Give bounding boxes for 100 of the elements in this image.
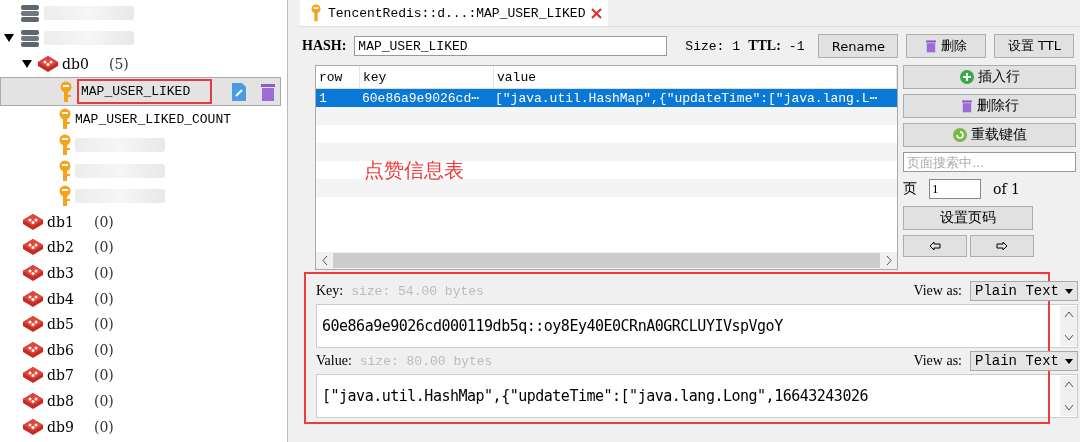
left-arrow-icon <box>929 241 941 251</box>
tab-title: TencentRedis::d...:MAP_USER_LIKED <box>328 5 586 21</box>
trash-icon <box>925 39 938 53</box>
add-icon <box>959 70 974 84</box>
tree-item[interactable]: db9 (0) <box>0 413 288 440</box>
page-search-field[interactable]: 页面搜索中... <box>903 152 1076 172</box>
key-icon <box>310 4 322 22</box>
close-icon[interactable] <box>591 7 603 19</box>
server-icon <box>19 28 41 49</box>
scroll-right-icon[interactable] <box>885 255 892 265</box>
header-button[interactable]: Rename <box>818 34 899 58</box>
delete-button[interactable]: 删除 <box>906 34 987 58</box>
table-cell-text: 60e86a9e9026cd⋯ <box>361 90 481 106</box>
page-total: of 1 <box>993 181 1020 197</box>
key-icon <box>58 108 72 131</box>
tree-label: MAP_USER_LIKED_COUNT <box>75 111 232 127</box>
view-as-label: View as: <box>913 353 962 369</box>
editor-tab[interactable]: TencentRedis::d...:MAP_USER_LIKED <box>300 0 609 26</box>
tree-label: db7 <box>47 367 75 384</box>
tree-label: db6 <box>47 341 75 358</box>
server-icon <box>19 2 41 23</box>
database-icon <box>22 365 44 386</box>
view-as-label: View as: <box>913 283 962 299</box>
tree-item[interactable]: db2 (0) <box>0 234 288 261</box>
tree-label: MAP_USER_LIKED <box>79 81 211 103</box>
tree-item[interactable]: db7 (0) <box>0 362 288 389</box>
item-count: (0) <box>94 316 114 333</box>
database-icon <box>37 54 59 74</box>
tree-item[interactable]: db5 (0) <box>0 311 288 337</box>
database-icon <box>22 416 44 437</box>
database-icon <box>22 390 44 411</box>
reload-icon <box>952 128 967 142</box>
item-count: (0) <box>94 392 114 409</box>
database-icon <box>22 237 44 258</box>
tree-item[interactable]: db8 (0) <box>0 388 288 414</box>
item-count: (0) <box>94 213 114 230</box>
set-page-button[interactable]: 设置页码 <box>903 206 1033 230</box>
tree-item[interactable]: db0 (5) <box>0 51 288 77</box>
horizontal-scrollbar[interactable] <box>316 252 897 269</box>
item-count: (0) <box>94 264 114 281</box>
tree-label: db1 <box>47 213 75 230</box>
panel-label: Key: <box>316 283 344 299</box>
side-button[interactable]: 删除行 <box>903 94 1076 118</box>
expanded-icon[interactable] <box>4 33 16 44</box>
tree-label: db2 <box>47 239 75 256</box>
type-label: HASH: <box>302 38 347 54</box>
annotation-text: 点赞信息表 <box>364 157 464 184</box>
side-button[interactable]: 插入行 <box>903 65 1076 89</box>
item-count: (0) <box>94 341 114 358</box>
key-icon <box>58 159 72 182</box>
scroll-down-icon[interactable] <box>1064 335 1073 340</box>
vertical-scrollbar[interactable] <box>1060 306 1077 346</box>
right-arrow-icon <box>996 241 1008 251</box>
expanded-icon[interactable] <box>22 59 34 69</box>
scroll-down-icon[interactable] <box>1064 405 1073 410</box>
database-icon <box>22 211 44 232</box>
scroll-up-icon[interactable] <box>1064 312 1073 317</box>
dropdown-caret-icon <box>1065 358 1073 364</box>
header-button[interactable]: 设置 TTL <box>994 34 1075 58</box>
key-icon <box>59 80 73 103</box>
size-value: 1 <box>732 38 741 54</box>
database-icon <box>22 262 44 283</box>
key-name-field[interactable]: MAP_USER_LIKED <box>354 36 668 56</box>
table-row[interactable]: 1 60e86a9e9026cd⋯ ["java.util.HashMap",{"updateTime":["java.lang.L⋯ <box>316 89 897 107</box>
tree-item[interactable]: db3 (0) <box>0 260 288 286</box>
tree-label: db9 <box>47 418 75 435</box>
previous-page-button[interactable] <box>903 235 967 257</box>
tree-item[interactable]: db6 (0) <box>0 336 288 363</box>
format-dropdown[interactable]: Plain Text <box>970 351 1078 371</box>
ttl-value: -1 <box>788 38 805 54</box>
tree-label: db4 <box>47 290 75 307</box>
edit-icon[interactable] <box>230 81 249 102</box>
tree-item[interactable]: MAP_USER_LIKED <box>0 76 282 107</box>
scroll-left-icon[interactable] <box>321 255 328 265</box>
scroll-up-icon[interactable] <box>1064 382 1073 387</box>
side-button[interactable]: 重载键值 <box>903 123 1076 147</box>
tree-label: db8 <box>47 392 75 409</box>
tree-item[interactable]: db1 (0) <box>0 208 288 235</box>
item-count: (0) <box>94 367 114 384</box>
tree-item[interactable]: MAP_USER_LIKED_COUNT <box>0 106 288 133</box>
format-dropdown[interactable]: Plain Text <box>970 281 1078 301</box>
panel-label: Value: <box>316 353 352 369</box>
size-label: Size: <box>685 38 725 54</box>
item-count: (0) <box>94 239 114 256</box>
database-icon <box>22 339 44 360</box>
trash-icon <box>960 99 973 113</box>
item-count: (0) <box>94 418 114 435</box>
page-field[interactable]: 1 <box>929 179 981 199</box>
vertical-scrollbar[interactable] <box>1060 376 1077 416</box>
page-label: 页 <box>903 180 917 198</box>
column-header[interactable]: row <box>316 66 360 88</box>
tree-item[interactable]: db4 (0) <box>0 285 288 312</box>
item-count: (5) <box>109 56 129 72</box>
column-header[interactable]: value <box>494 66 897 88</box>
column-header[interactable]: key <box>360 66 494 88</box>
dropdown-caret-icon <box>1065 288 1073 294</box>
table-cell-text: ["java.util.HashMap",{"updateTime":["java.lang.L⋯ <box>494 90 879 106</box>
next-page-button[interactable] <box>970 235 1034 257</box>
key-icon <box>58 133 72 156</box>
delete-icon[interactable] <box>260 81 277 102</box>
